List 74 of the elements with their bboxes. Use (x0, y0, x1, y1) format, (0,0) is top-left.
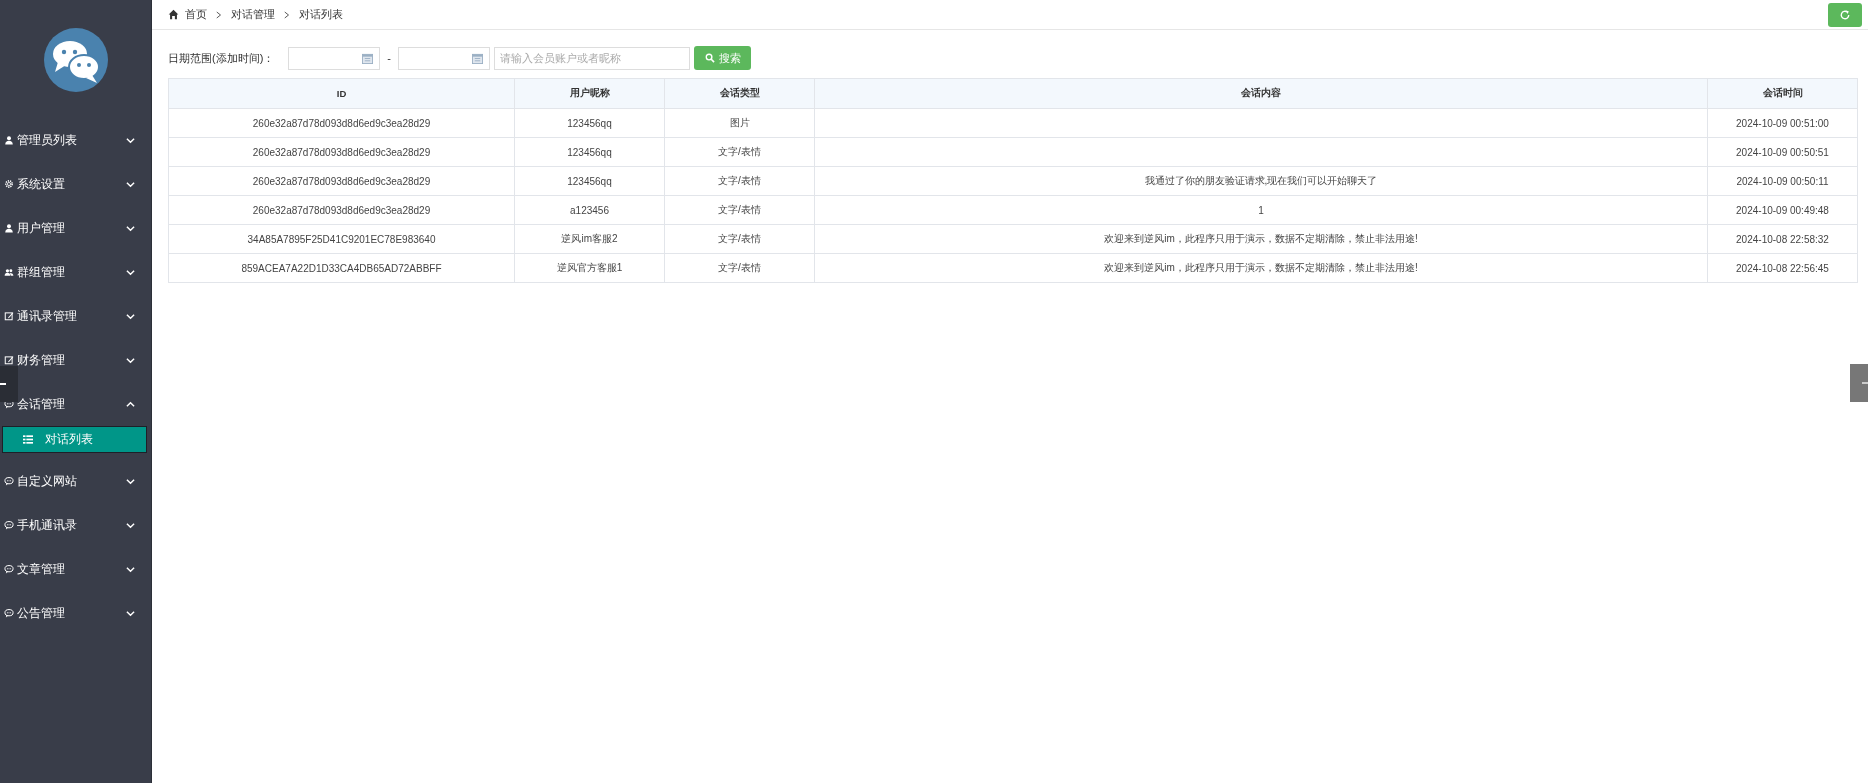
table-cell: 260e32a87d78d093d8d6ed9c3ea28d29 (252, 175, 431, 187)
table-cell: 文字/表情 (718, 146, 761, 157)
column-header: ID (168, 78, 515, 109)
refresh-icon (1839, 8, 1851, 21)
filter-label: 日期范围(添加时间)： (168, 50, 275, 66)
table-cell: 859ACEA7A22D1D33CA4DB65AD72ABBFF (241, 262, 442, 274)
edit-icon (4, 311, 14, 321)
table-cell: 2024-10-09 00:51:00 (1736, 117, 1829, 129)
menu-item[interactable]: 文章管理 (0, 547, 151, 591)
table-cell: 260e32a87d78d093d8d6ed9c3ea28d29 (252, 117, 431, 129)
chat-bubble-icon (4, 476, 14, 486)
table-cell: 逆风官方客服1 (556, 262, 623, 273)
chat-bubble-icon (4, 608, 14, 618)
menu-item[interactable]: 公告管理 (0, 591, 151, 635)
column-header: 会话类型 (664, 78, 815, 109)
table-cell: 图片 (729, 117, 750, 128)
table-cell: 1 (1258, 204, 1264, 216)
menu-item[interactable]: 用户管理 (0, 206, 151, 250)
menu-item[interactable]: 系统设置 (0, 162, 151, 206)
table-cell: 2024-10-09 00:50:51 (1736, 146, 1829, 158)
chevron-right-icon (284, 10, 290, 19)
table-cell: 260e32a87d78d093d8d6ed9c3ea28d29 (252, 204, 431, 216)
submenu-item[interactable]: 对话列表 (2, 426, 147, 453)
table-cell: 欢迎来到逆风im，此程序只用于演示，数据不定期清除，禁止非法用途! (1104, 262, 1418, 273)
user-icon (4, 223, 14, 233)
date-field[interactable] (288, 46, 381, 70)
menu-item[interactable]: 管理员列表 (0, 118, 151, 162)
table-cell: 123456qq (567, 175, 612, 187)
search-field[interactable]: 请输入会员账户或者昵称 (494, 46, 690, 70)
table-cell: a123456 (570, 204, 609, 216)
side-panel-toggle[interactable] (1850, 364, 1868, 402)
home-icon (168, 9, 179, 20)
settings-icon (4, 179, 14, 189)
table-cell: 260e32a87d78d093d8d6ed9c3ea28d29 (252, 146, 431, 158)
breadcrumb-link[interactable]: 首页 (185, 7, 207, 22)
table-cell: 逆风im客服2 (561, 233, 618, 244)
menu-item[interactable]: 会话管理 (0, 382, 151, 426)
chat-bubble-icon (4, 520, 14, 530)
table-cell: 123456qq (567, 117, 612, 129)
range-separator: - (386, 52, 392, 64)
menu-item[interactable]: 自定义网站 (0, 459, 151, 503)
table-cell: 文字/表情 (718, 204, 761, 215)
table-cell: 文字/表情 (718, 175, 761, 186)
column-header: 用户昵称 (514, 78, 665, 109)
chat-logo-icon (43, 28, 108, 92)
chat-bubble-icon (4, 564, 14, 574)
table-cell: 123456qq (567, 146, 612, 158)
column-header: 会话内容 (814, 78, 1708, 109)
table-cell: 2024-10-09 00:50:11 (1736, 175, 1829, 187)
refresh-button[interactable] (1828, 2, 1862, 27)
table-cell: 文字/表情 (718, 262, 761, 273)
calendar-icon (472, 52, 483, 64)
table-cell: 文字/表情 (718, 233, 761, 244)
user-icon (4, 135, 14, 145)
breadcrumb-link[interactable]: 对话管理 (231, 7, 275, 22)
table-cell: 2024-10-09 00:49:48 (1736, 204, 1829, 216)
table-cell: 2024-10-08 22:56:45 (1736, 262, 1829, 274)
group-icon (4, 267, 14, 277)
menu-item[interactable]: 财务管理 (0, 338, 151, 382)
menu-item[interactable]: 通讯录管理 (0, 294, 151, 338)
date-field[interactable] (398, 46, 490, 70)
menu-item[interactable]: 手机通讯录 (0, 503, 151, 547)
list-icon (23, 435, 33, 444)
table-cell: 34A85A7895F25D41C9201EC78E983640 (247, 233, 436, 245)
table-cell: 欢迎来到逆风im，此程序只用于演示，数据不定期清除，禁止非法用途! (1104, 233, 1418, 244)
table-cell: 我通过了你的朋友验证请求,现在我们可以开始聊天了 (1144, 175, 1378, 186)
table-cell: 2024-10-08 22:58:32 (1736, 233, 1829, 245)
menu-item[interactable]: 群组管理 (0, 250, 151, 294)
search-icon (704, 53, 715, 63)
chevron-right-icon (216, 10, 222, 19)
sidebar-toggle[interactable] (0, 366, 18, 402)
column-header: 会话时间 (1707, 78, 1858, 109)
edit-icon (4, 355, 14, 365)
calendar-icon (362, 52, 374, 64)
